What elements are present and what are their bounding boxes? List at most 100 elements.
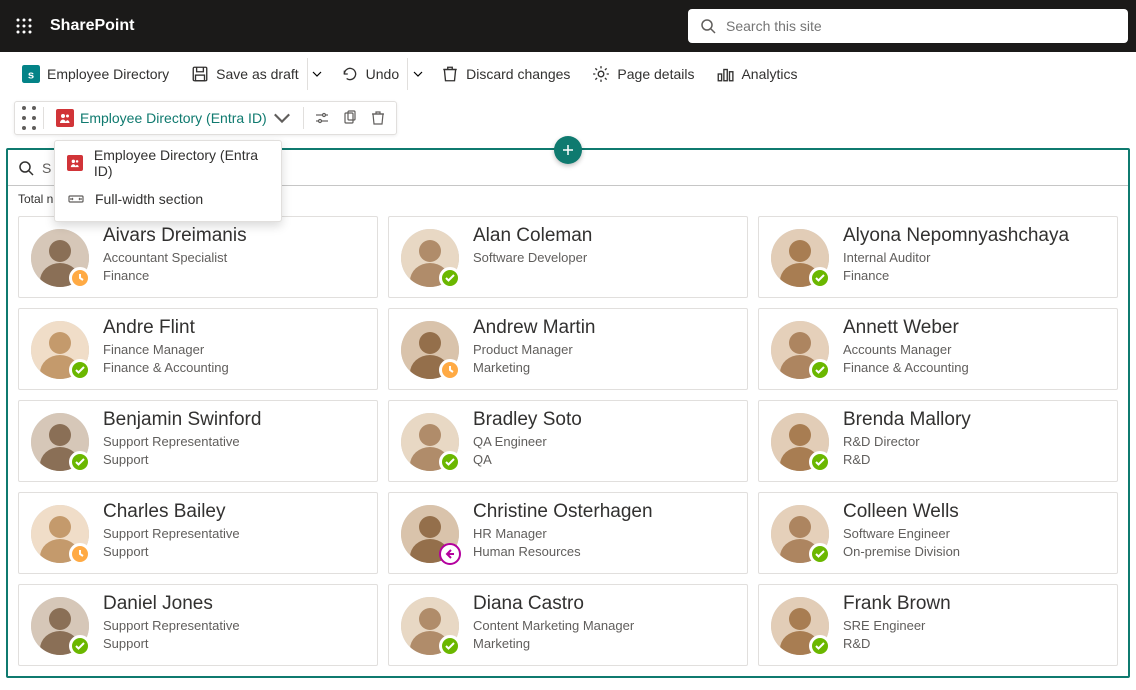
suite-header: SharePoint <box>0 0 1136 52</box>
presence-oof-icon <box>439 543 461 565</box>
employee-title: SRE Engineer <box>843 617 951 635</box>
save-draft-split[interactable] <box>307 58 327 90</box>
site-search-input[interactable] <box>726 18 1116 34</box>
employee-title: Product Manager <box>473 341 596 359</box>
employee-name: Charles Bailey <box>103 501 240 523</box>
employee-card[interactable]: Christine Osterhagen HR Manager Human Re… <box>388 492 748 574</box>
app-launcher-button[interactable] <box>8 10 40 42</box>
presence-available-icon <box>809 543 831 565</box>
product-name: SharePoint <box>50 17 134 35</box>
presence-available-icon <box>809 635 831 657</box>
employee-dept: QA <box>473 451 582 469</box>
employee-card[interactable]: Bradley Soto QA Engineer QA <box>388 400 748 482</box>
webpart-toolbar: Employee Directory (Entra ID) <box>14 101 397 135</box>
avatar <box>31 597 89 655</box>
presence-away-icon <box>69 267 91 289</box>
employee-name: Andrew Martin <box>473 317 596 339</box>
waffle-icon <box>15 17 33 35</box>
search-icon <box>18 160 34 176</box>
undo-button[interactable]: Undo <box>333 58 407 90</box>
save-draft-button[interactable]: Save as draft <box>183 58 307 90</box>
chevron-down-icon <box>413 69 423 79</box>
avatar <box>771 321 829 379</box>
presence-available-icon <box>809 451 831 473</box>
employee-card[interactable]: Aivars Dreimanis Accountant Specialist F… <box>18 216 378 298</box>
employee-name: Christine Osterhagen <box>473 501 653 523</box>
employee-title: Finance Manager <box>103 341 229 359</box>
avatar <box>771 597 829 655</box>
presence-away-icon <box>69 543 91 565</box>
employee-card[interactable]: Andrew Martin Product Manager Marketing <box>388 308 748 390</box>
duplicate-webpart-button[interactable] <box>336 104 364 132</box>
employee-card[interactable]: Frank Brown SRE Engineer R&D <box>758 584 1118 666</box>
presence-available-icon <box>69 359 91 381</box>
employee-name: Bradley Soto <box>473 409 582 431</box>
employee-card[interactable]: Alan Coleman Software Developer <box>388 216 748 298</box>
employee-title: Software Engineer <box>843 525 960 543</box>
presence-available-icon <box>69 635 91 657</box>
avatar <box>31 505 89 563</box>
employee-card[interactable]: Alyona Nepomnyashchaya Internal Auditor … <box>758 216 1118 298</box>
command-bar: s Employee Directory Save as draft Undo <box>0 52 1136 96</box>
employee-title: Support Representative <box>103 433 261 451</box>
discard-button[interactable]: Discard changes <box>433 58 578 90</box>
directory-app-icon <box>56 109 74 127</box>
employee-title: Internal Auditor <box>843 249 1069 267</box>
avatar <box>401 597 459 655</box>
employee-card[interactable]: Annett Weber Accounts Manager Finance & … <box>758 308 1118 390</box>
avatar <box>401 229 459 287</box>
site-search[interactable] <box>688 9 1128 43</box>
presence-available-icon <box>809 267 831 289</box>
employee-dept: Human Resources <box>473 543 653 561</box>
search-icon <box>700 18 716 34</box>
grip-icon <box>19 103 39 133</box>
employee-dept: Finance & Accounting <box>103 359 229 377</box>
employee-card[interactable]: Brenda Mallory R&D Director R&D <box>758 400 1118 482</box>
add-section-button[interactable] <box>554 136 582 164</box>
webpart-selector[interactable]: Employee Directory (Entra ID) <box>48 103 299 133</box>
employee-card[interactable]: Charles Bailey Support Representative Su… <box>18 492 378 574</box>
avatar <box>771 413 829 471</box>
site-name-button[interactable]: s Employee Directory <box>14 58 177 90</box>
settings-icon <box>592 65 610 83</box>
undo-icon <box>341 65 359 83</box>
edit-webpart-button[interactable] <box>308 104 336 132</box>
employee-title: Content Marketing Manager <box>473 617 634 635</box>
employee-name: Andre Flint <box>103 317 229 339</box>
delete-webpart-button[interactable] <box>364 104 392 132</box>
employee-card[interactable]: Andre Flint Finance Manager Finance & Ac… <box>18 308 378 390</box>
employee-dept: Support <box>103 451 261 469</box>
analytics-button[interactable]: Analytics <box>708 58 805 90</box>
employee-title: Software Developer <box>473 249 592 267</box>
employee-name: Annett Weber <box>843 317 969 339</box>
employee-name: Brenda Mallory <box>843 409 971 431</box>
employee-dept: Support <box>103 635 240 653</box>
page-details-button[interactable]: Page details <box>584 58 702 90</box>
employee-title: R&D Director <box>843 433 971 451</box>
drag-handle[interactable] <box>19 103 39 133</box>
employee-dept: Support <box>103 543 240 561</box>
webpart-menu-item[interactable]: Employee Directory (Entra ID) <box>55 145 281 181</box>
employee-name: Diana Castro <box>473 593 634 615</box>
employee-card[interactable]: Colleen Wells Software Engineer On-premi… <box>758 492 1118 574</box>
chevron-down-icon <box>273 109 291 127</box>
undo-split[interactable] <box>407 58 427 90</box>
employee-name: Frank Brown <box>843 593 951 615</box>
webpart-dropdown: Employee Directory (Entra ID)Full-width … <box>54 140 282 222</box>
avatar <box>31 413 89 471</box>
employee-card[interactable]: Benjamin Swinford Support Representative… <box>18 400 378 482</box>
presence-available-icon <box>439 635 461 657</box>
avatar <box>771 505 829 563</box>
employee-card[interactable]: Diana Castro Content Marketing Manager M… <box>388 584 748 666</box>
copy-icon <box>342 110 358 126</box>
presence-available-icon <box>809 359 831 381</box>
webpart-menu-item[interactable]: Full-width section <box>55 181 281 217</box>
chevron-down-icon <box>312 69 322 79</box>
employee-dept: On-premise Division <box>843 543 960 561</box>
directory-app-icon <box>67 154 84 172</box>
editable-section: S Total nu Aivars Dreimanis Accountant S… <box>6 148 1130 678</box>
discard-icon <box>441 65 459 83</box>
employee-dept: Marketing <box>473 635 634 653</box>
employee-grid: Aivars Dreimanis Accountant Specialist F… <box>8 216 1128 676</box>
employee-card[interactable]: Daniel Jones Support Representative Supp… <box>18 584 378 666</box>
